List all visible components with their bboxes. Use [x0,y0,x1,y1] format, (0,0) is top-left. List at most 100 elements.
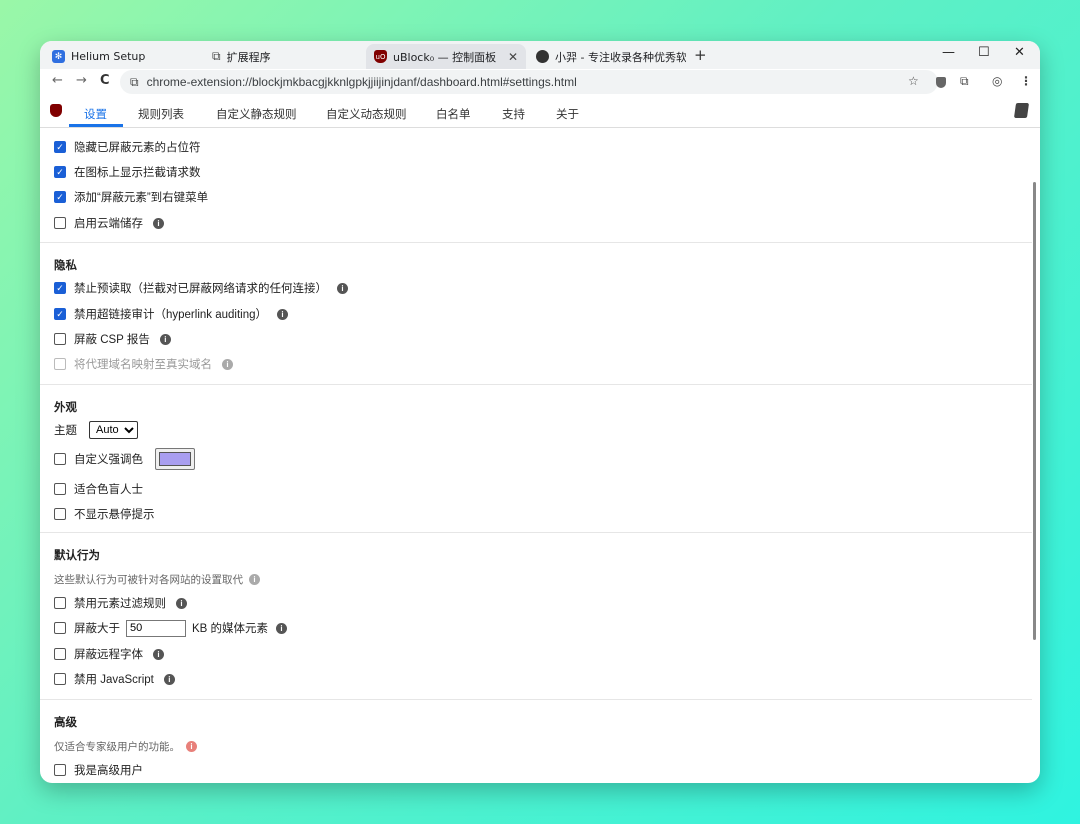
info-icon[interactable]: i [176,597,187,609]
setting-tooltips[interactable]: 不显示悬停提示 [54,506,155,522]
checkbox[interactable] [54,483,66,495]
active-tab-indicator [69,124,123,127]
section-heading-advanced: 高级 [54,717,77,729]
tab-label: 扩展程序 [226,50,271,64]
checkbox[interactable] [54,508,66,520]
setting-prefetching[interactable]: ✓ 禁止预读取（拦截对已屏蔽网络请求的任何连接） i [54,280,348,296]
info-icon[interactable]: i [276,622,288,634]
ublock-logo-icon [50,104,62,117]
avatar-icon [536,50,549,63]
browser-window: ✻ Helium Setup ⧉ 扩展程序 uO uBlock₀ — 控制面板 … [40,41,1040,783]
media-size-input[interactable] [126,619,186,637]
setting-cloud-storage[interactable]: 启用云端储存 i [54,215,164,231]
setting-hide-placeholders[interactable]: ✓ 隐藏已屏蔽元素的占位符 [54,139,201,155]
tab-my-rules[interactable]: 自定义动态规则 [326,106,407,122]
url-text: chrome-extension://blockjmkbacgjkknlgpkj… [146,75,577,89]
checkbox[interactable] [54,333,66,345]
setting-uncloak-cname: 将代理域名映射至真实域名 i [54,356,233,372]
info-icon[interactable]: i [159,333,171,345]
tab-label: 小羿 - 专注收录各种优秀软件 [555,50,686,64]
setting-icon-badge[interactable]: ✓ 在图标上显示拦截请求数 [54,164,201,180]
accent-color-swatch [159,452,191,466]
checkbox [54,358,66,370]
minimize-button[interactable]: — [942,45,955,60]
forward-button[interactable]: → [76,73,87,88]
checkbox[interactable]: ✓ [54,191,66,203]
setting-large-media[interactable]: 屏蔽大于 KB 的媒体元素 i [54,619,288,637]
reload-button[interactable]: C [100,73,110,88]
tab-whitelist[interactable]: 白名单 [436,106,471,122]
tab-strip: ✻ Helium Setup ⧉ 扩展程序 uO uBlock₀ — 控制面板 … [40,41,1040,69]
profile-icon[interactable]: ◎ [992,74,1002,88]
page-scrollbar[interactable] [1033,182,1036,640]
new-tab-button[interactable]: + [694,46,707,64]
tab-label: Helium Setup [71,50,146,63]
setting-advanced-user[interactable]: 我是高级用户 [54,762,143,778]
checkbox[interactable]: ✓ [54,166,66,178]
puzzle-icon: ⧉ [212,49,221,63]
checkbox[interactable]: ✓ [54,308,66,320]
tab-settings[interactable]: 设置 [84,106,107,122]
tab-xiaoyi[interactable]: 小羿 - 专注收录各种优秀软件 [528,44,686,69]
maximize-button[interactable]: ☐ [978,45,990,60]
close-window-button[interactable]: ✕ [1014,45,1025,60]
setting-no-scripting[interactable]: 禁用 JavaScript i [54,671,175,687]
info-icon[interactable]: i [153,648,164,660]
tab-close-icon[interactable]: ✕ [508,50,518,64]
tab-ublock-dashboard[interactable]: uO uBlock₀ — 控制面板 ✕ [366,44,526,69]
tab-extensions[interactable]: ⧉ 扩展程序 [204,44,364,69]
advanced-subtitle: 仅适合专家级用户的功能。 i [54,739,197,754]
checkbox[interactable] [54,597,66,609]
tab-label: uBlock₀ — 控制面板 [393,50,497,64]
address-bar[interactable]: ⧉ chrome-extension://blockjmkbacgjkknlgp… [120,70,938,94]
dashboard-nav: 设置 规则列表 自定义静态规则 自定义动态规则 白名单 支持 关于 [40,95,1040,128]
checkbox[interactable]: ✓ [54,141,66,153]
setting-theme: 主题 Auto [54,421,138,439]
docs-book-icon[interactable] [1013,103,1030,118]
divider [40,699,1032,700]
tab-my-filters[interactable]: 自定义静态规则 [216,106,297,122]
extension-page-icon: ⧉ [130,74,139,89]
section-heading-privacy: 隐私 [54,260,77,272]
theme-select[interactable]: Auto [89,421,138,439]
checkbox[interactable] [54,453,66,465]
setting-no-cosmetic-filtering[interactable]: 禁用元素过滤规则 i [54,595,187,611]
accent-color-picker[interactable] [155,448,195,470]
ublock-toolbar-icon[interactable] [936,77,946,88]
info-icon[interactable]: i [337,282,348,294]
divider [40,242,1032,243]
info-icon[interactable]: i [153,217,164,229]
settings-content: ✓ 隐藏已屏蔽元素的占位符 ✓ 在图标上显示拦截请求数 ✓ 添加“屏蔽元素”到右… [40,128,1040,783]
checkbox[interactable] [54,764,66,776]
checkbox[interactable] [54,673,66,685]
setting-csp-reports[interactable]: 屏蔽 CSP 报告 i [54,331,171,347]
tab-helium-setup[interactable]: ✻ Helium Setup [44,44,204,69]
checkbox[interactable] [54,217,66,229]
tab-about[interactable]: 关于 [556,106,579,122]
default-behavior-subtitle: 这些默认行为可被针对各网站的设置取代 i [54,572,260,587]
divider [40,384,1032,385]
ublock-icon: uO [374,50,387,63]
bookmark-star-icon[interactable]: ☆ [908,74,919,88]
checkbox[interactable]: ✓ [54,282,66,294]
browser-toolbar: ← → C ⧉ chrome-extension://blockjmkbacgj… [40,69,1040,95]
setting-remote-fonts[interactable]: 屏蔽远程字体 i [54,646,164,662]
section-heading-appearance: 外观 [54,402,77,414]
divider [40,532,1032,533]
info-icon[interactable]: i [249,574,260,585]
info-icon[interactable]: i [222,358,233,370]
setting-colorblind[interactable]: 适合色盲人士 [54,481,143,497]
info-icon[interactable]: i [186,741,197,752]
extensions-puzzle-icon[interactable]: ⧉ [960,74,969,89]
menu-dots-icon[interactable]: ⋮ [1020,74,1032,88]
checkbox[interactable] [54,622,66,634]
tab-filter-lists[interactable]: 规则列表 [138,106,184,122]
back-button[interactable]: ← [52,73,63,88]
info-icon[interactable]: i [277,308,289,320]
tab-support[interactable]: 支持 [502,106,525,122]
setting-hyperlink-auditing[interactable]: ✓ 禁用超链接审计（hyperlink auditing） i [54,306,289,322]
info-icon[interactable]: i [163,673,175,685]
setting-context-menu[interactable]: ✓ 添加“屏蔽元素”到右键菜单 [54,189,208,205]
checkbox[interactable] [54,648,66,660]
setting-accent-color[interactable]: 自定义强调色 [54,448,195,470]
